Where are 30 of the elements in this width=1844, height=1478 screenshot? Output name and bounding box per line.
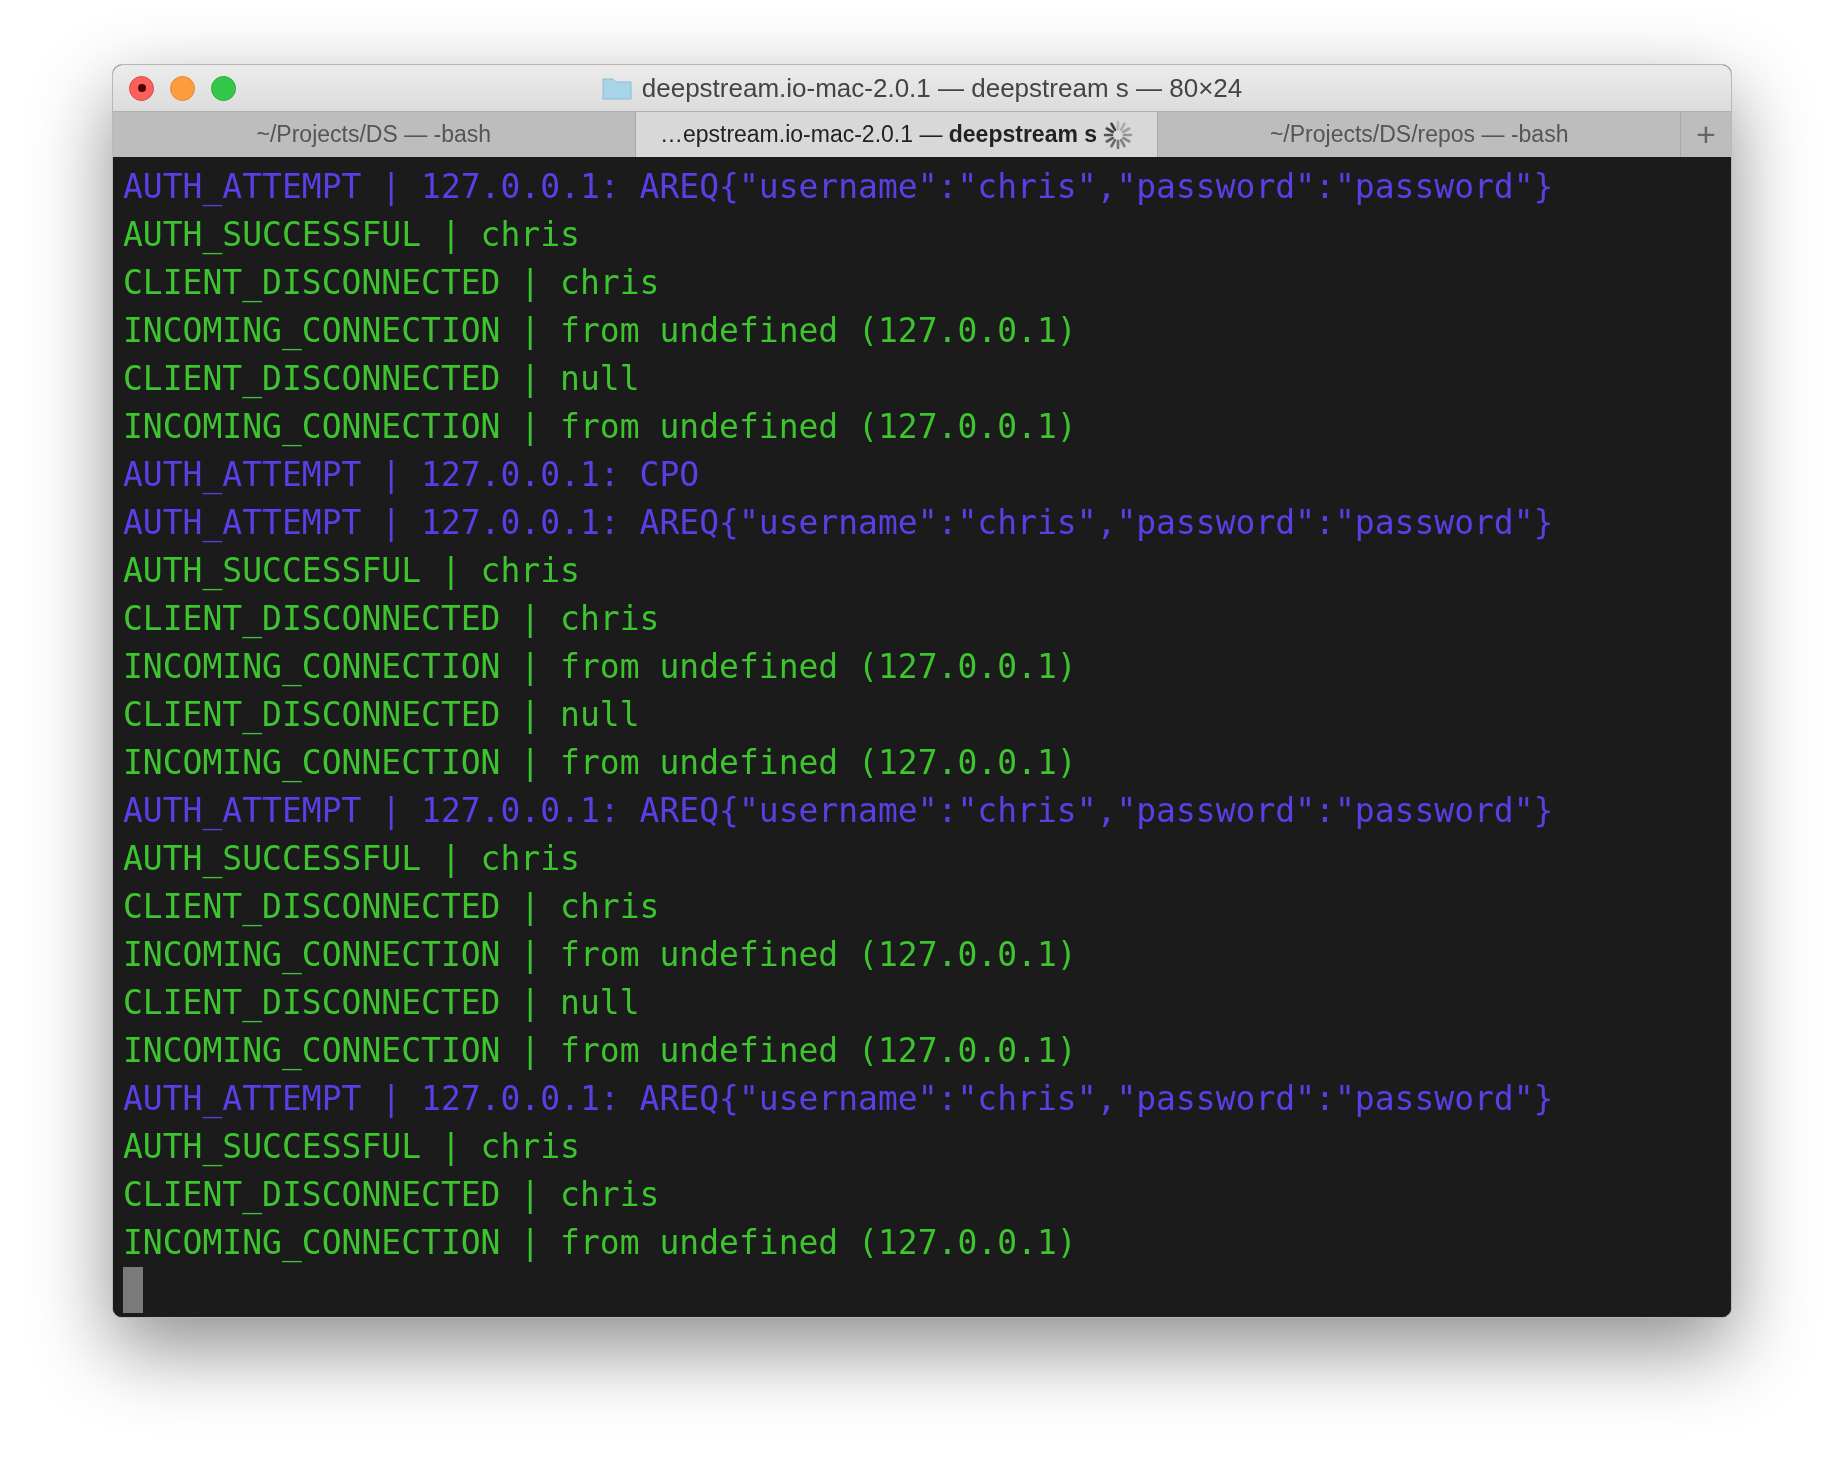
log-line: CLIENT_DISCONNECTED | chris	[123, 262, 660, 305]
close-button[interactable]	[129, 75, 154, 101]
log-line: INCOMING_CONNECTION | from undefined (127.0.0.1)	[123, 1222, 1077, 1265]
minimize-button[interactable]	[170, 75, 195, 101]
zoom-button[interactable]	[211, 75, 236, 101]
log-line: INCOMING_CONNECTION | from undefined (127.0.0.1)	[123, 742, 1077, 785]
log-line: INCOMING_CONNECTION | from undefined (127.0.0.1)	[123, 934, 1077, 977]
log-line: INCOMING_CONNECTION | from undefined (127.0.0.1)	[123, 406, 1077, 449]
tab[interactable]: …epstream.io-mac-2.0.1 — deepstream s	[635, 112, 1159, 157]
log-line: AUTH_ATTEMPT | 127.0.0.1: AREQ{"username":"chris","password":"password"}	[123, 790, 1554, 833]
log-line: INCOMING_CONNECTION | from undefined (127.0.0.1)	[123, 1030, 1077, 1073]
log-line: CLIENT_DISCONNECTED | null	[123, 982, 640, 1025]
log-line: AUTH_SUCCESSFUL | chris	[123, 550, 580, 593]
log-line: CLIENT_DISCONNECTED | null	[123, 694, 640, 737]
log-line: CLIENT_DISCONNECTED | null	[123, 358, 640, 401]
log-line: AUTH_SUCCESSFUL | chris	[123, 838, 580, 881]
log-line: AUTH_ATTEMPT | 127.0.0.1: CPO	[123, 454, 700, 497]
log-line: AUTH_ATTEMPT | 127.0.0.1: AREQ{"username":"chris","password":"password"}	[123, 502, 1554, 545]
log-line: INCOMING_CONNECTION | from undefined (127.0.0.1)	[123, 646, 1077, 689]
folder-icon	[601, 76, 632, 100]
log-line: AUTH_SUCCESSFUL | chris	[123, 214, 580, 257]
cursor	[123, 1267, 143, 1313]
log-line: AUTH_SUCCESSFUL | chris	[123, 1126, 580, 1169]
log-line: INCOMING_CONNECTION | from undefined (127.0.0.1)	[123, 310, 1077, 353]
log-line: AUTH_ATTEMPT | 127.0.0.1: AREQ{"username":"chris","password":"password"}	[123, 1078, 1554, 1121]
window-title: deepstream.io-mac-2.0.1 — deepstream s — 80×24	[641, 71, 1243, 105]
log-line: CLIENT_DISCONNECTED | chris	[123, 598, 660, 641]
log-line: CLIENT_DISCONNECTED | chris	[123, 1174, 660, 1217]
log-line: AUTH_ATTEMPT | 127.0.0.1: AREQ{"username":"chris","password":"password"}	[123, 166, 1554, 209]
log-line: CLIENT_DISCONNECTED | chris	[123, 886, 660, 929]
